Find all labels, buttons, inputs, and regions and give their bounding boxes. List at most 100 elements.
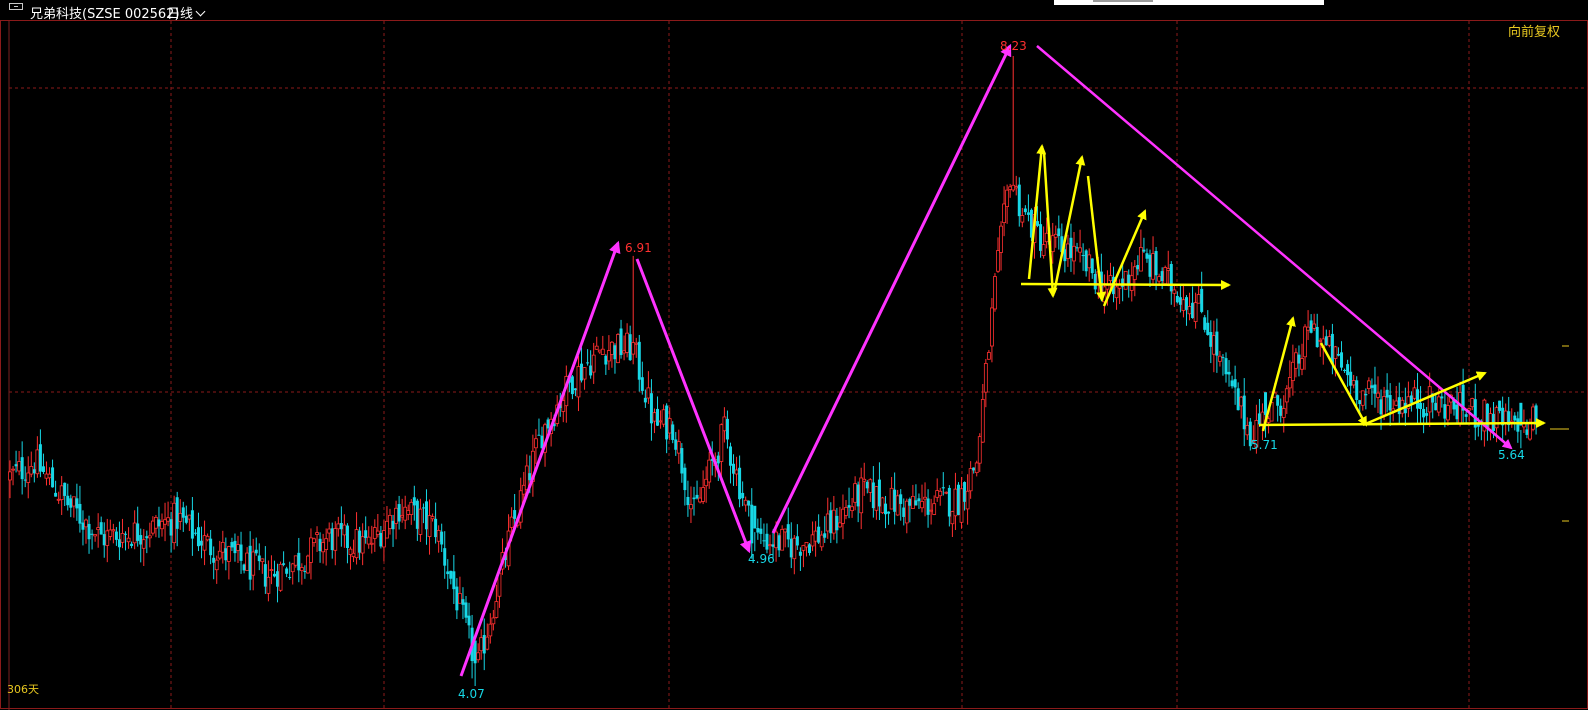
- candle-body-down: [1416, 389, 1420, 409]
- candle-body-down: [181, 507, 185, 518]
- candle-body-up: [126, 537, 131, 543]
- candle: [1239, 395, 1244, 419]
- candle-body-down: [193, 532, 197, 534]
- candle-body-up: [935, 490, 940, 498]
- candle-body-up: [634, 342, 639, 345]
- candle: [382, 520, 386, 562]
- candle: [233, 533, 237, 562]
- price-adjustment-button[interactable]: 向前复权: [1508, 21, 1560, 40]
- candle: [564, 365, 569, 423]
- candle: [996, 237, 1000, 273]
- candle-body-up: [202, 535, 207, 551]
- candle: [534, 429, 538, 464]
- candle-body-down: [765, 533, 769, 550]
- candle-body-up: [217, 550, 222, 559]
- candle-body-up: [667, 418, 672, 434]
- candle-body-up: [853, 483, 858, 503]
- candle: [297, 537, 301, 583]
- chart-header: 兄弟科技(SZSE 002562) 日线: [0, 0, 1588, 22]
- candle-body-down: [1370, 385, 1374, 388]
- candle-body-down: [464, 602, 468, 618]
- candle-body-down: [397, 504, 401, 522]
- candle: [93, 534, 98, 542]
- candle-body-down: [604, 355, 608, 365]
- candle-body-up: [953, 488, 958, 517]
- candle: [418, 498, 423, 542]
- candle-body-up: [859, 477, 864, 514]
- candle: [446, 559, 450, 590]
- candle: [1233, 365, 1237, 405]
- candle: [853, 476, 858, 511]
- candle-body-up: [804, 541, 809, 548]
- candle-body-down: [452, 571, 456, 590]
- candle: [671, 421, 675, 444]
- candle: [661, 404, 666, 428]
- candle-body-up: [813, 530, 818, 542]
- candle: [312, 537, 316, 547]
- candle: [606, 335, 611, 370]
- candle: [369, 525, 374, 554]
- candle-body-up: [1163, 267, 1168, 285]
- candle-body-up: [315, 532, 319, 535]
- candle: [1178, 283, 1182, 313]
- candle: [676, 429, 681, 464]
- candle-body-up: [1193, 302, 1198, 323]
- candle-body-down: [1233, 379, 1237, 388]
- chart-canvas: [8, 21, 1588, 710]
- candle: [388, 508, 392, 535]
- candle: [656, 396, 660, 427]
- trendline-thin: [1036, 45, 1507, 444]
- candle: [1425, 407, 1429, 425]
- candle: [904, 498, 909, 534]
- candle: [126, 527, 131, 549]
- candle-body-up: [409, 501, 414, 515]
- candle: [124, 531, 128, 551]
- candle-body-down: [345, 525, 349, 549]
- candle: [637, 334, 641, 392]
- candle-body-down: [914, 500, 918, 506]
- candle-body-down: [1324, 336, 1328, 346]
- candle: [1181, 283, 1186, 318]
- candle: [1309, 314, 1313, 334]
- candle-body-down: [963, 482, 967, 502]
- candle-body-up: [35, 449, 40, 475]
- candle-body-up: [1281, 408, 1286, 418]
- candle-body-down: [139, 535, 143, 545]
- candle-body-up: [1376, 392, 1380, 398]
- candle-body-up: [810, 534, 815, 547]
- candle: [1297, 345, 1301, 377]
- candle: [1340, 341, 1344, 371]
- candle-body-up: [594, 345, 599, 350]
- candle: [145, 530, 149, 554]
- candle-body-down: [1175, 295, 1179, 303]
- candle-body-down: [665, 405, 669, 440]
- candle: [205, 533, 210, 542]
- candle-body-up: [850, 506, 854, 512]
- candle-body-down: [683, 467, 687, 491]
- candle-body-down: [114, 531, 118, 540]
- candle-body-up: [1053, 233, 1058, 238]
- candle: [163, 502, 167, 542]
- candle: [625, 323, 630, 358]
- window-restore-icon[interactable]: [9, 3, 23, 10]
- candle: [1498, 400, 1502, 414]
- candle-body-down: [455, 586, 459, 611]
- candle-body-down: [102, 534, 106, 546]
- candle: [209, 529, 213, 565]
- candle-body-down: [1242, 395, 1246, 430]
- candle: [719, 423, 724, 477]
- candle: [1318, 337, 1323, 357]
- candle: [750, 488, 754, 559]
- candle: [436, 525, 441, 553]
- candlestick-chart[interactable]: 4.07 6.91 4.96 8.23 5.71 5.64: [0, 20, 1588, 710]
- candle-body-up: [394, 507, 398, 524]
- candle-body-up: [1172, 289, 1177, 294]
- candle: [965, 474, 970, 525]
- candle-body-up: [491, 617, 496, 625]
- candle: [427, 499, 432, 555]
- candle: [1087, 248, 1092, 282]
- candle: [895, 489, 900, 516]
- candle: [880, 496, 885, 514]
- candle-body-down: [145, 536, 149, 539]
- candle: [1276, 394, 1280, 422]
